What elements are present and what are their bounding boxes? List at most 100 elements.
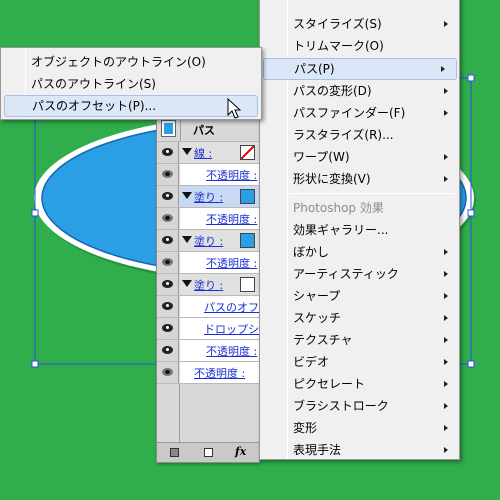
disclosure-triangle-icon[interactable] [182, 148, 192, 155]
opacity-label[interactable]: 不透明度 : [206, 167, 257, 183]
fill-label[interactable]: 塗り : [194, 189, 223, 205]
eye-icon [162, 280, 173, 288]
menu-item-stylize-ps[interactable]: 表現手法 [260, 439, 459, 461]
menu-item-path[interactable]: パス(P) [263, 58, 457, 80]
panel-header-title: パス [193, 124, 215, 137]
visibility-toggle[interactable] [157, 142, 179, 163]
submenu-arrow-icon [444, 315, 448, 321]
appearance-row-opacity[interactable]: 不透明度 : [157, 207, 259, 229]
disclosure-triangle-icon[interactable] [182, 192, 192, 199]
stroke-label[interactable]: 線 : [194, 145, 212, 161]
effect-label[interactable]: パスのオフセッ [204, 299, 259, 315]
appearance-row-opacity[interactable]: 不透明度 : [157, 361, 259, 383]
menu-item-label: ブラシストローク [293, 399, 389, 413]
menu-item-label: トリムマーク(O) [293, 39, 384, 53]
menu-item-effect-gallery[interactable]: 効果ギャラリー... [260, 219, 459, 241]
fill-swatch[interactable] [240, 233, 255, 248]
opacity-label[interactable]: 不透明度 : [194, 365, 245, 381]
appearance-row-stroke[interactable]: 線 : [157, 141, 259, 163]
menu-item-label: 効果ギャラリー... [293, 223, 389, 237]
eye-icon [162, 214, 173, 222]
menu-item-stylize[interactable]: スタイライズ(S) [260, 13, 459, 35]
path-submenu: オブジェクトのアウトライン(O) パスのアウトライン(S) パスのオフセット(P… [0, 47, 262, 120]
eye-icon [162, 148, 173, 156]
bounding-box-handle[interactable] [31, 209, 39, 217]
menu-item-label: オブジェクトのアウトライン(O) [31, 55, 206, 69]
fill-swatch[interactable] [240, 277, 255, 292]
menu-item-pixelate[interactable]: ピクセレート [260, 373, 459, 395]
visibility-toggle[interactable] [157, 362, 179, 383]
visibility-toggle[interactable] [157, 296, 179, 317]
effect-menu: スタイライズ(S) トリムマーク(O) パス(P) パスの変形(D) パスファイ… [259, 0, 460, 460]
menu-item-pathfinder[interactable]: パスファインダー(F) [260, 102, 459, 124]
fill-swatch[interactable] [240, 189, 255, 204]
menu-item-artistic[interactable]: アーティスティック [260, 263, 459, 285]
submenu-arrow-icon [444, 381, 448, 387]
visibility-toggle[interactable] [157, 208, 179, 229]
opacity-label[interactable]: 不透明度 : [206, 211, 257, 227]
appearance-row-fill[interactable]: 塗り : [157, 185, 259, 207]
appearance-row-effect[interactable]: パスのオフセッ [157, 295, 259, 317]
submenu-arrow-icon [444, 176, 448, 182]
bounding-box-handle[interactable] [467, 360, 475, 368]
submenu-arrow-icon [444, 337, 448, 343]
stroke-none-swatch[interactable] [240, 145, 255, 160]
disclosure-triangle-icon[interactable] [182, 236, 192, 243]
eye-icon [162, 324, 173, 332]
menu-item-label: ワープ(W) [293, 150, 350, 164]
visibility-toggle[interactable] [157, 274, 179, 295]
panel-header-row: パス [157, 117, 259, 142]
menu-item-outline-stroke[interactable]: パスのアウトライン(S) [1, 73, 261, 95]
appearance-row-fill[interactable]: 塗り : [157, 229, 259, 251]
menu-item-warp[interactable]: ワープ(W) [260, 146, 459, 168]
fill-label[interactable]: 塗り : [194, 233, 223, 249]
menu-item-outline-object[interactable]: オブジェクトのアウトライン(O) [1, 51, 261, 73]
bounding-box-handle[interactable] [467, 74, 475, 82]
visibility-toggle[interactable] [157, 252, 179, 273]
menu-item-texture[interactable]: テクスチャ [260, 329, 459, 351]
square-outline-icon[interactable] [204, 448, 213, 457]
bounding-box-handle[interactable] [467, 209, 475, 217]
opacity-label[interactable]: 不透明度 : [206, 255, 257, 271]
submenu-arrow-icon [444, 110, 448, 116]
disclosure-triangle-icon[interactable] [182, 280, 192, 287]
fx-icon[interactable]: fx [235, 445, 246, 458]
effect-label[interactable]: ドロップシャ [204, 321, 259, 337]
menu-item-label: パスのオフセット(P)... [32, 99, 157, 113]
menu-item-rasterize[interactable]: ラスタライズ(R)... [260, 124, 459, 146]
square-icon[interactable] [170, 448, 179, 457]
opacity-label[interactable]: 不透明度 : [206, 343, 257, 359]
eye-icon [162, 170, 173, 178]
menu-item-distort-transform[interactable]: パスの変形(D) [260, 80, 459, 102]
menu-item-blur[interactable]: ぼかし [260, 241, 459, 263]
menu-item-video[interactable]: ビデオ [260, 351, 459, 373]
menu-item-convert-to-shape[interactable]: 形状に変換(V) [260, 168, 459, 190]
visibility-toggle[interactable] [157, 340, 179, 361]
submenu-arrow-icon [444, 403, 448, 409]
menu-item-label: パスの変形(D) [293, 84, 372, 98]
fill-label[interactable]: 塗り : [194, 277, 223, 293]
submenu-arrow-icon [444, 447, 448, 453]
menu-item-distort[interactable]: 変形 [260, 417, 459, 439]
visibility-toggle[interactable] [157, 230, 179, 251]
menu-item-brush-strokes[interactable]: ブラシストローク [260, 395, 459, 417]
menu-item-label: シャープ [293, 289, 341, 303]
visibility-toggle[interactable] [157, 318, 179, 339]
menu-item-label: アーティスティック [293, 267, 399, 281]
eye-icon [162, 258, 173, 266]
eye-icon [162, 302, 173, 310]
menu-item-offset-path[interactable]: パスのオフセット(P)... [4, 95, 258, 117]
visibility-toggle[interactable] [157, 186, 179, 207]
appearance-row-effect[interactable]: ドロップシャ [157, 317, 259, 339]
menu-item-sharpen[interactable]: シャープ [260, 285, 459, 307]
appearance-row-opacity[interactable]: 不透明度 : [157, 339, 259, 361]
menu-item-trim-marks[interactable]: トリムマーク(O) [260, 35, 459, 57]
visibility-toggle[interactable] [157, 164, 179, 185]
appearance-row-opacity[interactable]: 不透明度 : [157, 163, 259, 185]
appearance-row-fill[interactable]: 塗り : [157, 273, 259, 295]
bounding-box-handle[interactable] [31, 360, 39, 368]
menu-item-label: ビデオ [293, 355, 330, 369]
menu-item-sketch[interactable]: スケッチ [260, 307, 459, 329]
appearance-row-opacity[interactable]: 不透明度 : [157, 251, 259, 273]
submenu-arrow-icon [444, 249, 448, 255]
